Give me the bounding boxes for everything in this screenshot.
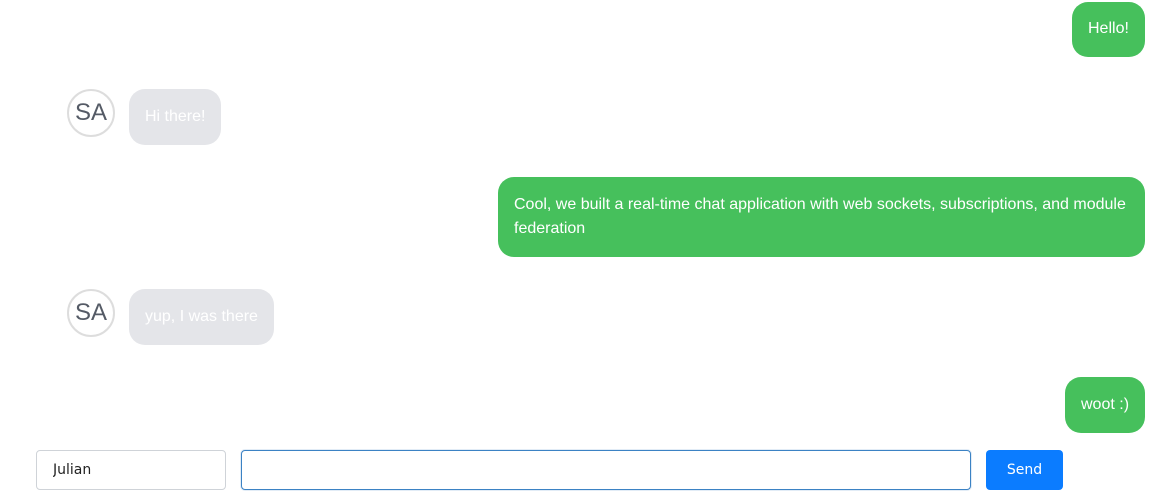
message-sent: Cool, we built a real-time chat applicat… [498,177,1145,257]
avatar: SA [67,289,115,337]
message-bubble: Hi there! [129,89,222,145]
avatar: SA [67,89,115,137]
message-bubble: yup, I was there [129,289,274,345]
message-sent: woot :) [1065,377,1145,433]
message-received: Hi there! [129,89,222,145]
message-received: yup, I was there [129,289,274,345]
message-sent: Hello! [1072,2,1145,57]
message-bubble: Hello! [1072,2,1145,57]
username-input[interactable] [36,450,226,490]
message-bubble: Cool, we built a real-time chat applicat… [498,177,1145,257]
message-bubble: woot :) [1065,377,1145,433]
send-button[interactable]: Send [986,450,1063,490]
message-input[interactable] [241,450,971,490]
message-list: Hello! SA Hi there! Cool, we built a rea… [0,0,1173,440]
chat-window: Hello! SA Hi there! Cool, we built a rea… [0,0,1173,504]
message-composer: Send [0,448,1173,492]
